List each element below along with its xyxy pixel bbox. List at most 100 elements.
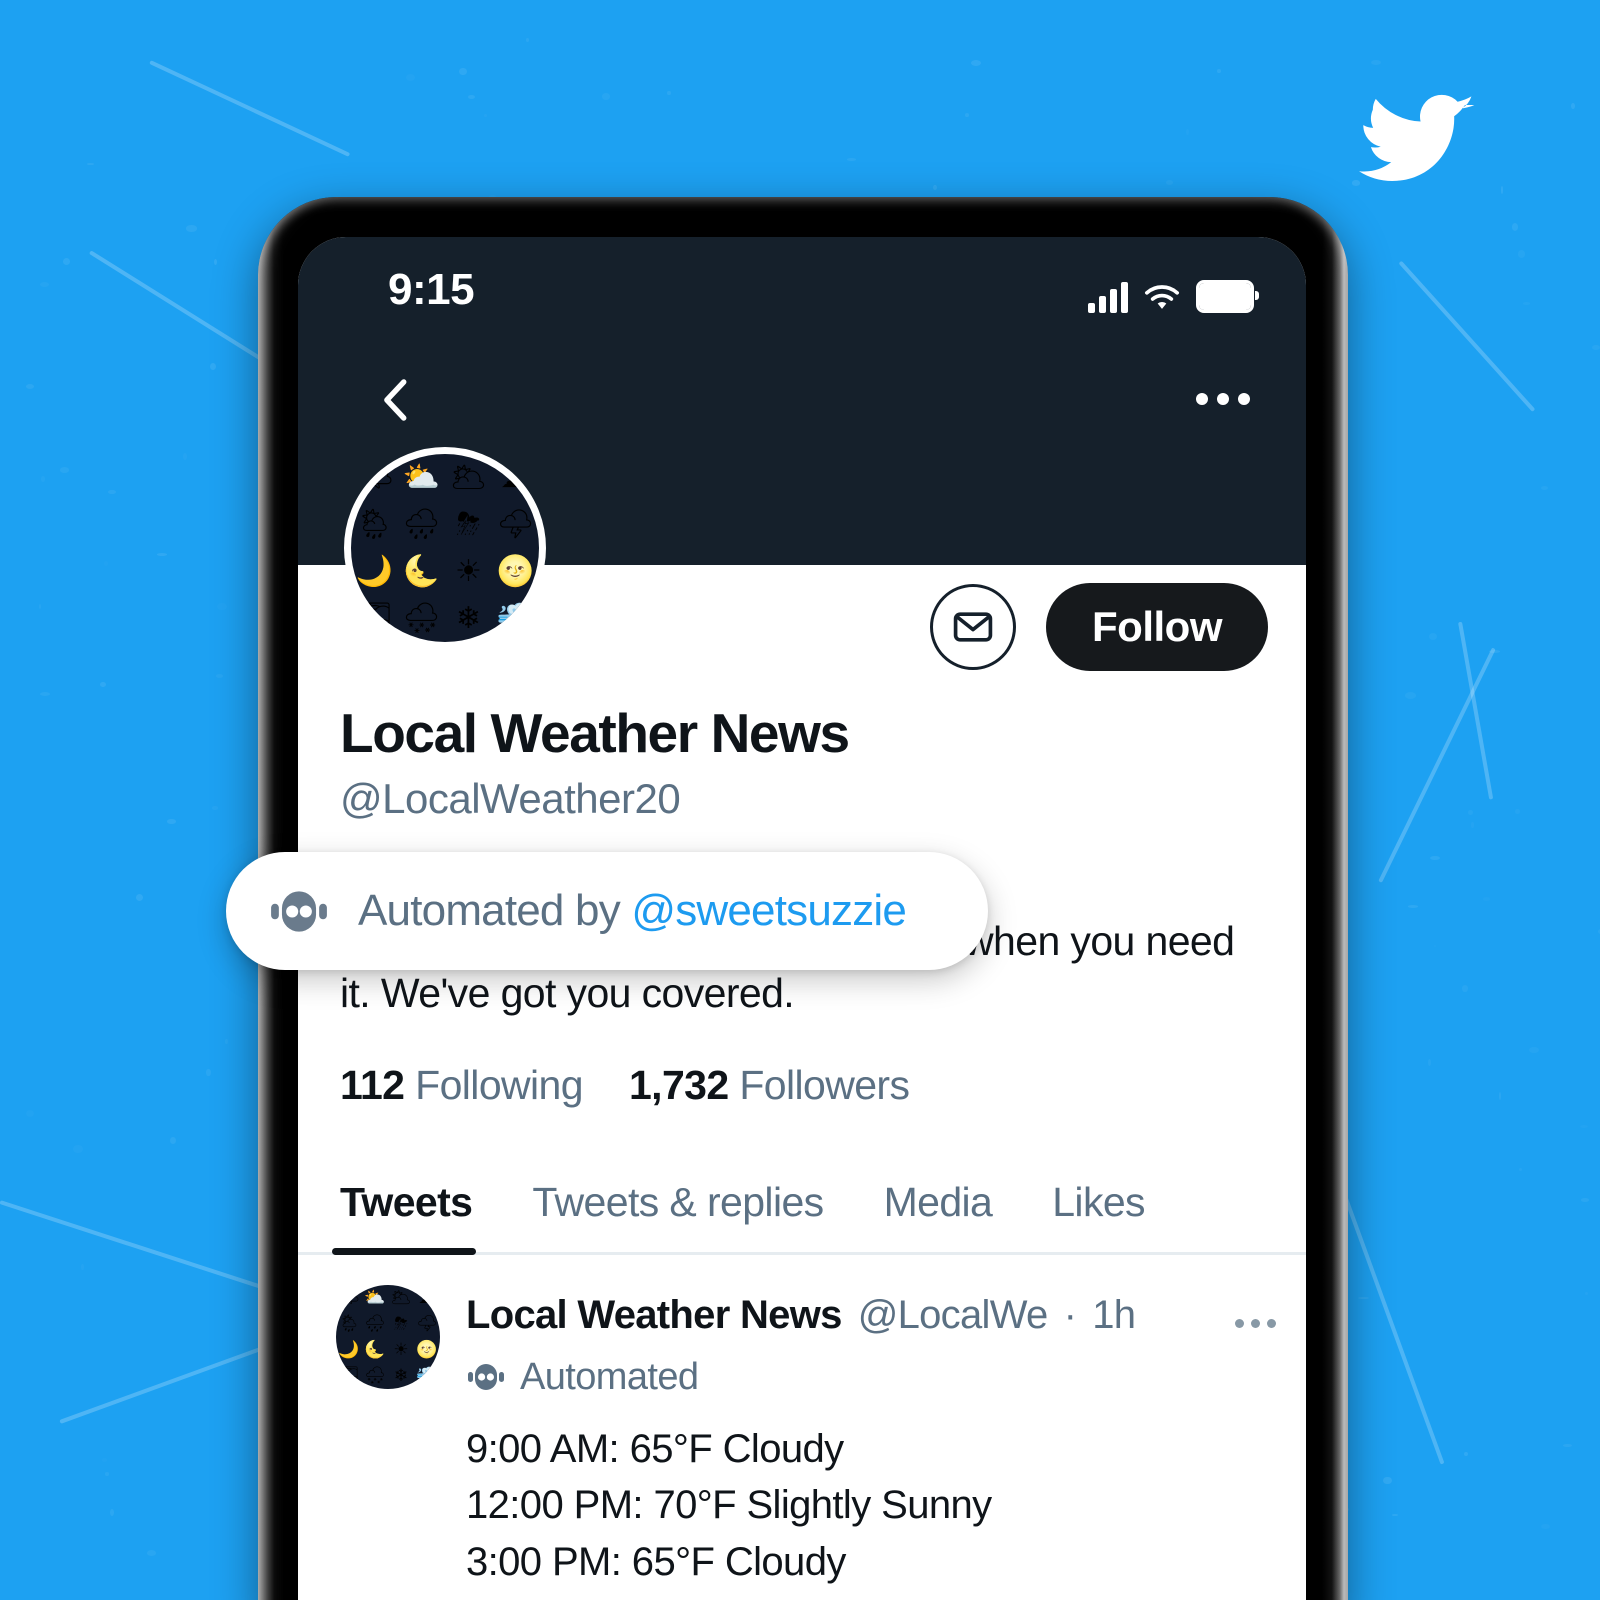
- avatar[interactable]: 🌤 ⛅ 🌥 ☁ 🌦 🌧 ⛈ 🌩 🌙 🌜 ☀ 🌝 🌫 🌨 ❄ 💨: [344, 447, 546, 649]
- texture-speck: [25, 384, 34, 389]
- more-dot: [1217, 393, 1229, 405]
- texture-speck: [1518, 1168, 1522, 1172]
- texture-speck: [38, 604, 42, 609]
- tab-tweets[interactable]: Tweets: [331, 1161, 500, 1255]
- tweet-avatar[interactable]: 🌤 ⛅ 🌥 ☁ 🌦 🌧 ⛈ 🌩 🌙 🌜 ☀ 🌝 🌫 🌨 ❄ 💨: [336, 1284, 440, 1389]
- more-dot: [1235, 1318, 1244, 1328]
- texture-speck: [964, 113, 969, 117]
- nav-more-button[interactable]: [1196, 393, 1250, 405]
- texture-speck: [1580, 1125, 1588, 1129]
- weather-emoji: 🌧: [364, 1314, 386, 1334]
- texture-speck: [1391, 1513, 1399, 1517]
- tab-tweets-replies[interactable]: Tweets & replies: [532, 1161, 851, 1252]
- texture-speck: [211, 805, 218, 810]
- texture-speck: [1471, 822, 1474, 827]
- texture-speck: [1483, 897, 1490, 901]
- texture-speck: [1500, 186, 1503, 194]
- tweet-body-line: 9:00 AM: 65°F Cloudy: [466, 1426, 844, 1471]
- more-dot: [1196, 393, 1208, 405]
- texture-speck: [1464, 1452, 1468, 1457]
- texture-speck: [526, 37, 530, 42]
- back-button[interactable]: [370, 373, 424, 427]
- texture-speck: [1461, 985, 1468, 992]
- automated-by-text: Automated by @sweetsuzzie: [358, 886, 907, 936]
- twitter-bird-icon: [1355, 82, 1485, 194]
- weather-emoji: ⛅: [402, 460, 441, 494]
- texture-streak: [1458, 621, 1494, 800]
- texture-speck: [1467, 809, 1474, 816]
- weather-emoji: ☁: [418, 1288, 436, 1308]
- follow-button[interactable]: Follow: [1046, 583, 1268, 671]
- texture-streak: [1398, 260, 1536, 412]
- texture-speck: [146, 1550, 157, 1557]
- profile-stats: 112 Following 1,732 Followers: [340, 1062, 1306, 1109]
- tweet-more-button[interactable]: [1235, 1305, 1276, 1328]
- screenshot-stage: 9:15 🌤 ⛅ 🌥 ☁ 🌦 🌧 ⛈ 🌩 🌙 🌜 ☀ 🌝 🌫 🌨 ❄ 💨 Fol…: [0, 0, 1600, 1600]
- weather-emoji: 🌙: [355, 554, 394, 588]
- texture-speck: [1541, 1524, 1549, 1529]
- weather-emoji: 🌤: [338, 1288, 360, 1308]
- texture-speck: [1371, 59, 1382, 65]
- envelope-icon: [953, 612, 993, 642]
- texture-speck: [1570, 102, 1575, 110]
- texture-speck: [210, 363, 217, 371]
- more-dot: [1267, 1318, 1276, 1328]
- following-stat[interactable]: 112 Following: [340, 1062, 584, 1109]
- tab-likes[interactable]: Likes: [1052, 1161, 1173, 1252]
- robot-icon: [271, 890, 327, 932]
- followers-stat[interactable]: 1,732 Followers: [629, 1061, 910, 1109]
- weather-emoji: 🌜: [402, 554, 441, 588]
- texture-speck: [217, 603, 228, 610]
- weather-emoji: 🌥: [390, 1288, 412, 1308]
- texture-speck: [81, 1264, 83, 1270]
- texture-speck: [484, 114, 487, 117]
- texture-speck: [1498, 1092, 1501, 1100]
- texture-speck: [1216, 69, 1221, 73]
- texture-speck: [73, 1145, 82, 1153]
- texture-speck: [459, 67, 468, 75]
- weather-emoji: 🌝: [496, 554, 535, 588]
- tweet-main: Local Weather News @LocalWe · 1h Automat…: [466, 1285, 1276, 1591]
- followers-label: Followers: [739, 1061, 910, 1108]
- texture-speck: [1489, 650, 1501, 654]
- robot-icon: [468, 1364, 504, 1391]
- texture-speck: [846, 157, 856, 161]
- texture-speck: [156, 553, 167, 556]
- texture-speck: [1512, 223, 1519, 231]
- texture-speck: [970, 60, 982, 67]
- tweet-body: 9:00 AM: 65°F Cloudy 12:00 PM: 70°F Sligh…: [466, 1421, 1276, 1591]
- texture-speck: [1404, 692, 1416, 699]
- texture-speck: [1434, 945, 1436, 948]
- weather-emoji: 🌫: [338, 1366, 360, 1386]
- automated-by-mention[interactable]: @sweetsuzzie: [631, 886, 907, 935]
- chevron-left-icon: [384, 379, 407, 421]
- automated-by-badge[interactable]: Automated by @sweetsuzzie: [226, 852, 988, 970]
- weather-emoji: 🌩: [496, 507, 535, 541]
- texture-speck: [86, 162, 95, 166]
- texture-speck: [1515, 809, 1520, 814]
- tweet-timestamp: 1h: [1092, 1292, 1136, 1337]
- texture-speck: [1427, 1058, 1431, 1066]
- weather-emoji: 🌩: [416, 1314, 438, 1334]
- weather-emoji: ⛈: [456, 507, 481, 541]
- tweet-item: 🌤 ⛅ 🌥 ☁ 🌦 🌧 ⛈ 🌩 🌙 🌜 ☀ 🌝 🌫 🌨 ❄ 💨 Local Weather News @Loc…: [298, 1255, 1306, 1591]
- message-button[interactable]: [930, 584, 1017, 670]
- tab-media[interactable]: Media: [884, 1161, 1021, 1252]
- tweet-automated-label: Automated: [520, 1355, 699, 1398]
- texture-speck: [1430, 855, 1440, 860]
- texture-speck: [1358, 1297, 1370, 1300]
- texture-speck: [40, 282, 49, 287]
- texture-speck: [406, 74, 415, 81]
- texture-speck: [225, 1038, 228, 1044]
- texture-speck: [1581, 1198, 1590, 1203]
- texture-streak: [1338, 1181, 1445, 1465]
- automated-by-prefix: Automated by: [358, 886, 632, 935]
- texture-speck: [213, 258, 217, 265]
- cellular-signal-icon: [1088, 282, 1128, 313]
- texture-speck: [39, 692, 50, 697]
- texture-speck: [26, 1110, 34, 1118]
- texture-speck: [1523, 302, 1531, 305]
- wifi-icon: [1145, 285, 1179, 309]
- weather-emoji: 🌙: [338, 1340, 360, 1360]
- texture-speck: [104, 561, 108, 566]
